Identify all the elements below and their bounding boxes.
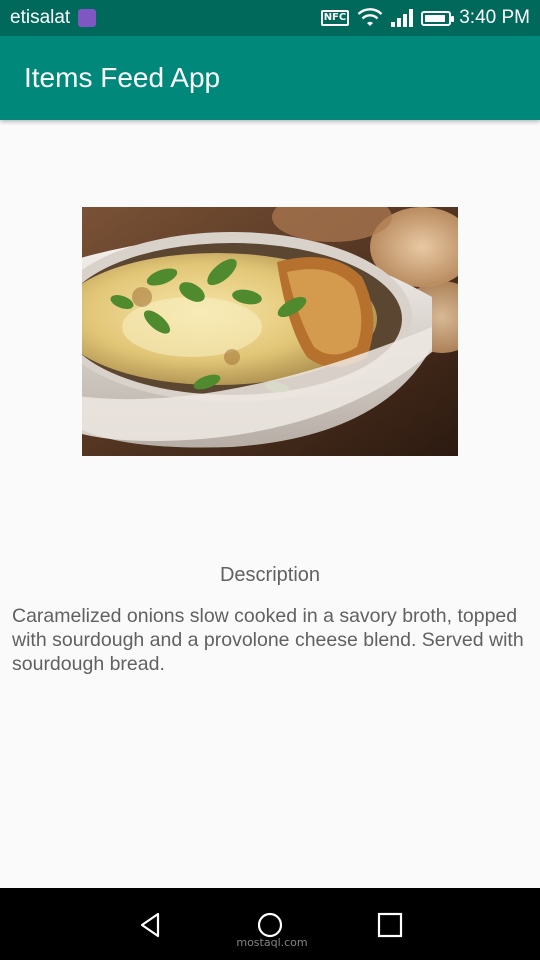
navigation-bar: mostaql.com	[0, 888, 540, 960]
battery-level	[425, 14, 446, 22]
carrier-name: etisalat	[10, 7, 71, 28]
wifi-icon	[357, 8, 383, 26]
app-title: Items Feed App	[24, 62, 221, 93]
nfc-icon: NFC	[320, 10, 350, 26]
status-bar: etisalat NFC 3:40 PM	[0, 0, 540, 36]
clock: 3:40 PM	[459, 7, 530, 28]
status-left: etisalat	[10, 7, 97, 29]
signal-icon	[391, 9, 414, 27]
description-text: Caramelized onions slow cooked in a savo…	[12, 605, 524, 675]
back-icon[interactable]	[136, 910, 166, 940]
food-photo	[82, 207, 458, 456]
french-onion-soup-image	[82, 207, 458, 456]
watermark: mostaql.com	[236, 936, 308, 949]
description-label: Description	[219, 564, 321, 586]
app-bar: Items Feed App	[0, 36, 540, 120]
app-notification-icon	[78, 9, 97, 27]
status-right: NFC 3:40 PM	[320, 7, 530, 29]
recents-icon[interactable]	[375, 910, 405, 940]
battery-icon	[421, 10, 455, 26]
